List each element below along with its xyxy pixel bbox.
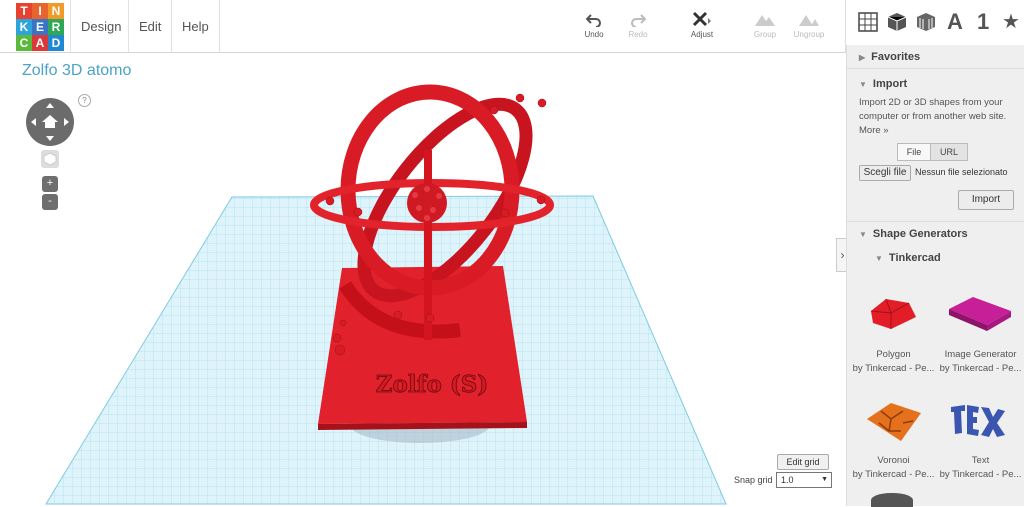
voronoi-shape-thumbnail[interactable] bbox=[861, 399, 925, 450]
undo-icon bbox=[572, 10, 616, 30]
group-button[interactable]: Group bbox=[743, 10, 787, 39]
voronoi-icon bbox=[867, 403, 921, 441]
text-shape-icon bbox=[951, 405, 1005, 437]
ungroup-label: Ungroup bbox=[793, 30, 825, 39]
polygon-shape-thumbnail[interactable] bbox=[861, 291, 921, 338]
expand-arrow-icon: ▶ bbox=[859, 53, 866, 62]
favorites-label: Favorites bbox=[871, 51, 921, 63]
design-title[interactable]: Zolfo 3D atomo bbox=[22, 62, 131, 80]
import-section-header[interactable]: ▼ Import bbox=[847, 72, 1024, 96]
redo-label: Redo bbox=[628, 30, 648, 39]
workplane-canvas[interactable]: Zolfo (S) bbox=[0, 53, 836, 506]
no-file-text: Nessun file selezionato bbox=[915, 167, 1008, 177]
favorites-section[interactable]: ▶ Favorites bbox=[847, 45, 1024, 69]
box-icon[interactable] bbox=[887, 12, 907, 37]
snap-grid-value: 1.0 bbox=[781, 475, 794, 485]
menu-edit[interactable]: Edit bbox=[128, 0, 171, 52]
edit-grid-button[interactable]: Edit grid bbox=[777, 454, 829, 470]
view-navigation-control[interactable] bbox=[26, 98, 74, 146]
text-tool-icon[interactable]: A bbox=[947, 9, 963, 35]
shape-name: Polygon bbox=[876, 349, 911, 360]
snap-grid-label: Snap grid bbox=[734, 475, 773, 485]
shape-generators-label: Shape Generators bbox=[872, 228, 968, 240]
shape-name: Text bbox=[971, 455, 990, 466]
right-panel: ▶ Favorites ▼ Import Import 2D or 3D shape… bbox=[846, 45, 1024, 507]
tinkercad-label: Tinkercad bbox=[888, 252, 941, 264]
undo-button[interactable]: Undo bbox=[572, 10, 616, 39]
snap-grid-select[interactable]: 1.0 ▼ bbox=[776, 472, 832, 488]
logo-letter: A bbox=[32, 35, 48, 51]
ungroup-button[interactable]: Ungroup bbox=[787, 10, 831, 39]
collapse-arrow-icon: ▼ bbox=[859, 230, 867, 239]
shape-card-voronoi[interactable]: Voronoi by Tinkercad - Pe... bbox=[851, 454, 936, 482]
chevron-down-icon: ▼ bbox=[821, 476, 828, 483]
group-icon bbox=[743, 10, 787, 30]
more-link[interactable]: More » bbox=[859, 124, 1017, 138]
choose-file-button[interactable]: Scegli file bbox=[859, 165, 911, 181]
grid-view-icon[interactable] bbox=[858, 12, 878, 37]
shape-author: by Tinkercad - Pe... bbox=[852, 469, 935, 480]
redo-button[interactable]: Redo bbox=[616, 10, 660, 39]
logo-letter: C bbox=[16, 35, 32, 51]
tinkercad-subsection-header[interactable]: ▼ Tinkercad bbox=[847, 246, 1024, 270]
help-icon[interactable]: ? bbox=[78, 94, 91, 107]
logo-letter: K bbox=[16, 19, 32, 35]
tinkercad-logo[interactable]: T I N K E R C A D bbox=[16, 3, 64, 51]
zoom-in-button[interactable]: + bbox=[42, 176, 58, 192]
menu-design[interactable]: Design bbox=[70, 0, 131, 52]
star-icon[interactable]: ★ bbox=[1002, 9, 1020, 34]
shape-name: Voronoi bbox=[877, 455, 910, 466]
wireframe-box-icon[interactable] bbox=[916, 12, 936, 37]
collapse-arrow-icon: ▼ bbox=[859, 80, 867, 89]
tab-url[interactable]: URL bbox=[930, 143, 968, 161]
workplane-scene: Zolfo (S) bbox=[45, 84, 727, 505]
tab-file[interactable]: File bbox=[897, 143, 931, 161]
number-tool-icon[interactable]: 1 bbox=[977, 9, 989, 35]
shape-author: by Tinkercad - Pe... bbox=[939, 469, 1022, 480]
logo-letter: D bbox=[48, 35, 64, 51]
model-engraved-label: Zolfo (S) bbox=[376, 371, 488, 398]
logo-letter: I bbox=[32, 3, 48, 19]
image-generator-icon bbox=[949, 297, 1011, 331]
menu-help[interactable]: Help bbox=[171, 0, 220, 52]
next-shape-thumbnail-partial[interactable] bbox=[871, 493, 913, 507]
image-generator-shape-thumbnail[interactable] bbox=[945, 291, 1015, 338]
import-description: Import 2D or 3D shapes from your compute… bbox=[859, 96, 1017, 138]
import-label: Import bbox=[872, 78, 908, 90]
shape-card-text[interactable]: Text by Tinkercad - Pe... bbox=[938, 454, 1023, 482]
polygon-icon bbox=[870, 298, 916, 329]
logo-letter: T bbox=[16, 3, 32, 19]
collapse-arrow-icon: ▼ bbox=[875, 254, 883, 263]
home-arrows-icon bbox=[31, 103, 69, 141]
text-shape-thumbnail[interactable] bbox=[945, 399, 1011, 450]
shape-name: Image Generator bbox=[944, 349, 1017, 360]
shape-author: by Tinkercad - Pe... bbox=[852, 363, 935, 374]
ungroup-icon bbox=[787, 10, 831, 30]
undo-label: Undo bbox=[584, 30, 604, 39]
adjust-icon bbox=[680, 10, 724, 30]
logo-letter: N bbox=[48, 3, 64, 19]
shape-card-image-generator[interactable]: Image Generator by Tinkercad - Pe... bbox=[938, 348, 1023, 376]
logo-letter: R bbox=[48, 19, 64, 35]
shape-author: by Tinkercad - Pe... bbox=[939, 363, 1022, 374]
shape-card-polygon[interactable]: Polygon by Tinkercad - Pe... bbox=[851, 348, 936, 376]
zoom-out-button[interactable]: - bbox=[42, 194, 58, 210]
import-button[interactable]: Import bbox=[958, 190, 1014, 210]
group-label: Group bbox=[753, 30, 777, 39]
adjust-button[interactable]: Adjust bbox=[680, 10, 724, 39]
logo-letter: E bbox=[32, 19, 48, 35]
redo-icon bbox=[616, 10, 660, 30]
adjust-label: Adjust bbox=[690, 30, 714, 39]
view-cube-icon[interactable] bbox=[41, 150, 59, 168]
shape-generators-header[interactable]: ▼ Shape Generators bbox=[847, 221, 1024, 246]
